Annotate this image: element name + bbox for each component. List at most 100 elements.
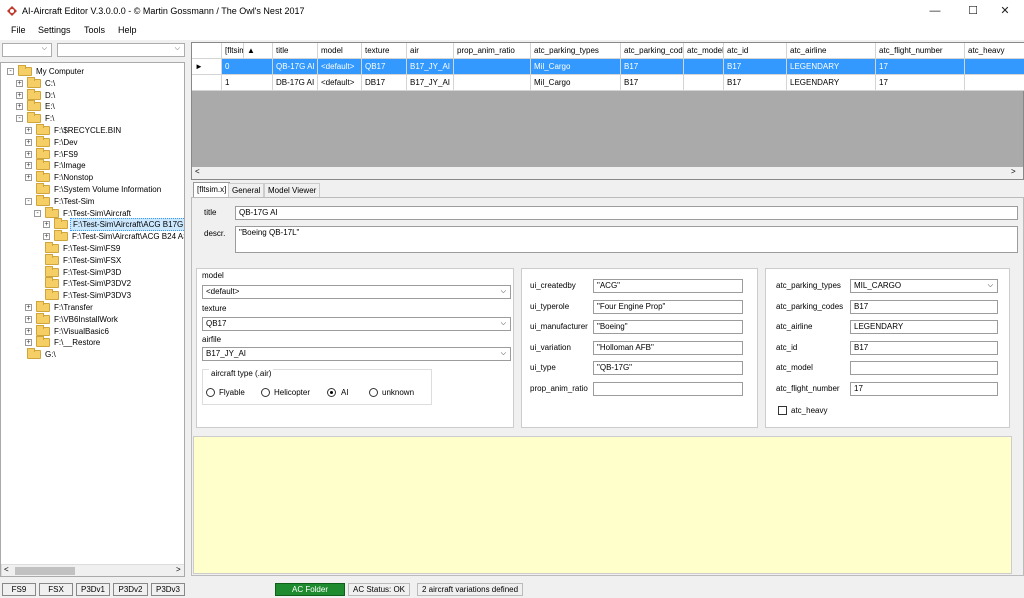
scroll-left-icon[interactable]: < xyxy=(195,167,200,176)
collapse-icon[interactable]: - xyxy=(25,197,32,205)
sim-select-combo[interactable]: ⌵ xyxy=(2,43,52,57)
grid-cell[interactable]: DB-17G AI xyxy=(273,75,318,91)
notes-area[interactable] xyxy=(193,436,1012,574)
atc-parking-types-combo[interactable]: MIL_CARGO ⌵ xyxy=(850,279,998,293)
grid-cell[interactable]: QB17 xyxy=(362,59,407,75)
grid-cell[interactable] xyxy=(965,75,1024,91)
descr-field[interactable]: "Boeing QB-17L" xyxy=(235,226,1018,253)
row-selector[interactable]: ► xyxy=(192,59,222,75)
model-combo[interactable]: <default> ⌵ xyxy=(202,285,511,299)
folder-select-combo[interactable]: ⌵ xyxy=(57,43,185,57)
grid-cell[interactable]: Mil_Cargo xyxy=(531,75,621,91)
folder-tree[interactable]: - My Computer + C:\ + D:\ + E:\ - F:\ + F:\$RECYCLE… xyxy=(0,62,185,577)
atc-field-input[interactable]: 17 xyxy=(850,381,998,396)
ui-field-input[interactable]: "Boeing" xyxy=(593,320,743,334)
menu-help[interactable]: Help xyxy=(118,25,137,35)
ui-field-input[interactable]: "ACG" xyxy=(593,279,743,293)
atc-field-input[interactable]: B17 xyxy=(850,299,998,314)
column-header[interactable]: atc_flight_number xyxy=(876,43,965,59)
column-header[interactable]: prop_anim_ratio xyxy=(454,43,531,59)
row-selector[interactable] xyxy=(192,75,222,91)
collapse-icon[interactable]: - xyxy=(16,115,23,123)
grid-cell[interactable] xyxy=(454,59,531,75)
column-header[interactable]: atc_parking_types xyxy=(531,43,621,59)
ui-field-input[interactable]: "QB-17G" xyxy=(593,361,743,375)
grid-cell[interactable]: 17 xyxy=(876,75,965,91)
column-header[interactable]: [fltsim.x] xyxy=(222,43,244,59)
grid-cell[interactable]: B17 xyxy=(621,59,684,75)
collapse-icon[interactable]: - xyxy=(34,209,41,217)
grid-cell[interactable]: <default> xyxy=(318,75,362,91)
scroll-right-icon[interactable]: > xyxy=(176,565,181,574)
menu-file[interactable]: File xyxy=(11,25,26,35)
expand-icon[interactable]: + xyxy=(25,304,32,311)
tab-general[interactable]: General xyxy=(228,183,265,197)
ui-field-input[interactable] xyxy=(593,381,743,396)
column-header[interactable]: atc_heavy xyxy=(965,43,1024,59)
ui-field-input[interactable]: "Holloman AFB" xyxy=(593,340,743,355)
expand-icon[interactable]: + xyxy=(25,150,32,158)
column-header[interactable]: title xyxy=(273,43,318,59)
radio-helicopter[interactable] xyxy=(261,388,270,397)
atc-field-input[interactable]: B17 xyxy=(850,340,998,355)
ui-field-input[interactable]: "Four Engine Prop" xyxy=(593,299,743,314)
grid-cell[interactable] xyxy=(684,75,724,91)
column-header[interactable]: texture xyxy=(362,43,407,59)
fsx-button[interactable]: FSX xyxy=(39,583,73,596)
grid-cell[interactable]: QB-17G AI xyxy=(273,59,318,75)
column-header[interactable]: model xyxy=(318,43,362,59)
collapse-icon[interactable]: - xyxy=(7,68,14,75)
expand-icon[interactable]: + xyxy=(25,162,32,170)
grid-cell[interactable] xyxy=(684,59,724,75)
expand-icon[interactable]: + xyxy=(25,174,32,182)
expand-icon[interactable]: + xyxy=(25,327,32,335)
airfile-combo[interactable]: B17_JY_AI ⌵ xyxy=(202,347,511,361)
grid-cell[interactable]: Mil_Cargo xyxy=(531,59,621,75)
menu-settings[interactable]: Settings xyxy=(38,25,71,35)
radio-flyable[interactable] xyxy=(206,388,215,397)
expand-icon[interactable]: + xyxy=(25,138,32,146)
p3dv2-button[interactable]: P3Dv2 xyxy=(113,583,148,596)
column-header[interactable]: atc_id xyxy=(724,43,787,59)
grid-cell[interactable]: 0 xyxy=(222,59,273,75)
radio-ai[interactable] xyxy=(327,388,336,397)
grid-cell[interactable]: B17_JY_AI xyxy=(407,75,454,91)
grid-cell[interactable]: LEGENDARY xyxy=(787,75,876,91)
grid-cell[interactable]: LEGENDARY xyxy=(787,59,876,75)
title-field[interactable]: QB-17G AI xyxy=(235,206,1018,220)
grid-cell[interactable]: B17 xyxy=(621,75,684,91)
grid-cell[interactable]: B17 xyxy=(724,59,787,75)
expand-icon[interactable]: + xyxy=(16,79,23,87)
atc-heavy-checkbox[interactable] xyxy=(778,406,787,415)
tab-fltsim[interactable]: [fltsim.x] xyxy=(193,182,231,197)
expand-icon[interactable]: + xyxy=(16,103,23,111)
expand-icon[interactable]: + xyxy=(25,127,32,134)
expand-icon[interactable]: + xyxy=(25,315,32,323)
close-button[interactable]: ✕ xyxy=(988,0,1022,22)
minimize-button[interactable]: — xyxy=(918,0,952,22)
grid-cell[interactable]: B17_JY_AI xyxy=(407,59,454,75)
menu-tools[interactable]: Tools xyxy=(84,25,105,35)
radio-unknown[interactable] xyxy=(369,388,378,397)
column-header[interactable]: atc_model xyxy=(684,43,724,59)
column-header[interactable]: atc_parking_codes xyxy=(621,43,684,59)
tab-model-viewer[interactable]: Model Viewer xyxy=(264,183,321,197)
sort-ascending-icon[interactable]: ▲ xyxy=(244,43,273,59)
grid-horizontal-scrollbar[interactable]: < > xyxy=(192,167,1023,179)
grid-cell[interactable]: 17 xyxy=(876,59,965,75)
expand-icon[interactable]: + xyxy=(25,339,32,347)
grid-cell[interactable]: B17 xyxy=(724,75,787,91)
grid-cell[interactable]: DB17 xyxy=(362,75,407,91)
p3dv3-button[interactable]: P3Dv3 xyxy=(151,583,185,596)
scroll-thumb[interactable] xyxy=(15,567,75,575)
expand-icon[interactable]: + xyxy=(43,233,50,241)
fs9-button[interactable]: FS9 xyxy=(2,583,36,596)
grid-cell[interactable]: <default> xyxy=(318,59,362,75)
expand-icon[interactable]: + xyxy=(43,221,50,229)
column-header[interactable]: air xyxy=(407,43,454,59)
maximize-button[interactable]: ☐ xyxy=(956,0,990,22)
atc-field-input[interactable]: LEGENDARY xyxy=(850,320,998,334)
scroll-right-icon[interactable]: > xyxy=(1011,167,1016,176)
grid-cell[interactable]: 1 xyxy=(222,75,273,91)
ac-folder-button[interactable]: AC Folder xyxy=(275,583,345,596)
